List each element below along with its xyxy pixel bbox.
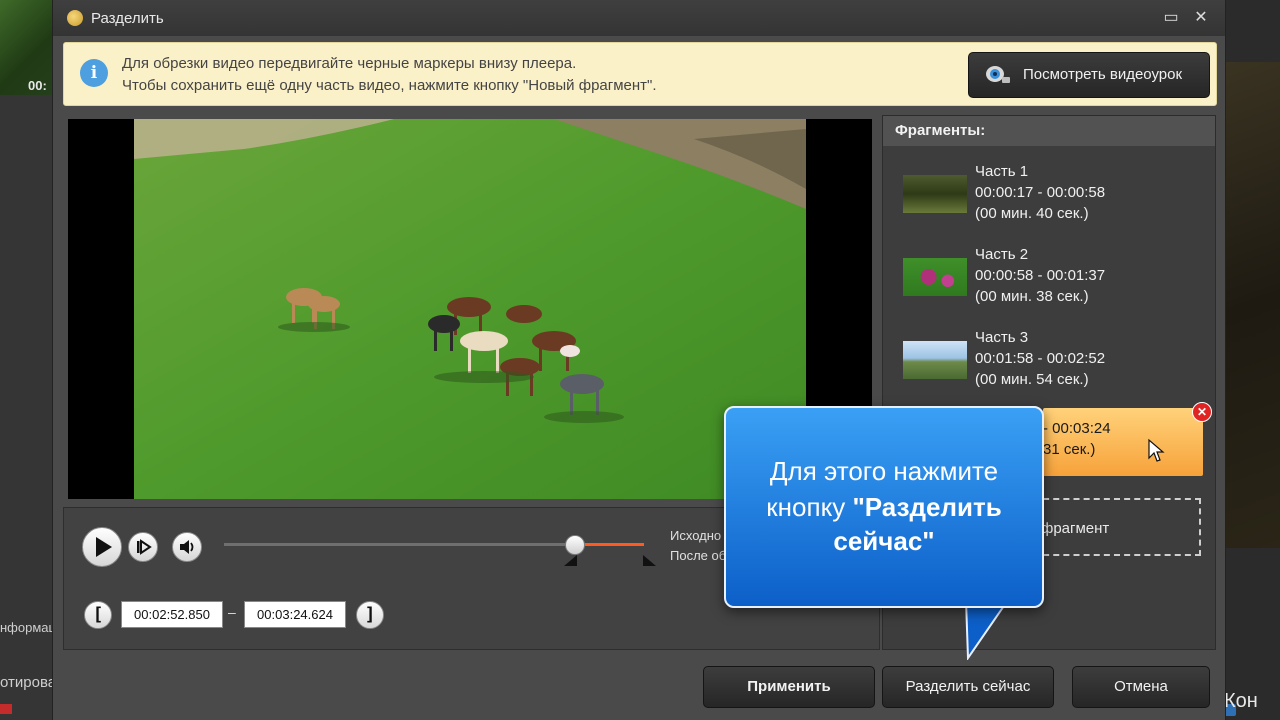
apply-button[interactable]: Применить bbox=[703, 666, 875, 708]
new-fragment-label: фрагмент bbox=[1041, 520, 1110, 537]
end-time-input[interactable]: 00:03:24.624 bbox=[244, 601, 346, 628]
fragment-range: 00:00:58 - 00:01:37 bbox=[975, 267, 1106, 284]
fragment-thumbnail bbox=[903, 341, 967, 379]
start-time-input[interactable]: 00:02:52.850 bbox=[121, 601, 223, 628]
fragment-name: Часть 1 bbox=[975, 163, 1029, 180]
new-fragment-button[interactable]: фрагмент bbox=[1033, 498, 1201, 556]
fragment-name: Часть 2 bbox=[975, 246, 1029, 263]
fragment-thumbnail bbox=[903, 258, 967, 296]
after-trim-label: После об bbox=[670, 548, 727, 563]
fragment-text: Часть 1 00:00:17 - 00:00:58 (00 мин. 40 … bbox=[975, 161, 1105, 224]
dialog-titlebar[interactable]: Разделить ▭ ✕ bbox=[53, 0, 1225, 36]
fragment-item-3[interactable]: Часть 3 00:01:58 - 00:02:52 (00 мин. 54 … bbox=[903, 327, 1203, 397]
tutorial-callout: Для этого нажмите кнопку "Разделить сейч… bbox=[724, 406, 1044, 608]
fragment-item-1[interactable]: Часть 1 00:00:17 - 00:00:58 (00 мин. 40 … bbox=[903, 161, 1203, 231]
source-duration-label: Исходно bbox=[670, 528, 722, 543]
background-edit-tab[interactable]: отирова bbox=[0, 674, 56, 691]
set-end-button[interactable]: ] bbox=[356, 601, 384, 629]
split-now-button[interactable]: Разделить сейчас bbox=[882, 666, 1054, 708]
watch-tutorial-button[interactable]: Посмотреть видеоурок bbox=[968, 52, 1210, 98]
watch-tutorial-label: Посмотреть видеоурок bbox=[1023, 66, 1183, 83]
video-frame-image bbox=[134, 119, 806, 499]
timeline-selection bbox=[584, 543, 644, 546]
info-icon: i bbox=[80, 59, 108, 87]
mouse-cursor-icon bbox=[1148, 438, 1165, 462]
fragment-item-selected[interactable]: - 00:03:24 31 сек.) bbox=[1043, 408, 1203, 476]
hint-line-2: Чтобы сохранить ещё одну часть видео, на… bbox=[122, 77, 657, 94]
fragment-thumbnail bbox=[903, 175, 967, 213]
fragment-range: 00:01:58 - 00:02:52 bbox=[975, 350, 1106, 367]
fragment-duration: (00 мин. 54 сек.) bbox=[975, 371, 1089, 388]
delete-fragment-icon[interactable]: ✕ bbox=[1192, 402, 1212, 422]
callout-line-2-bold: "Разделить bbox=[852, 492, 1002, 522]
hint-line-1: Для обрезки видео передвигайте черные ма… bbox=[122, 55, 577, 72]
fragments-header: Фрагменты: bbox=[883, 116, 1215, 146]
app-logo-icon bbox=[67, 10, 83, 26]
timeline-playhead[interactable] bbox=[565, 535, 585, 555]
set-start-button[interactable]: [ bbox=[84, 601, 112, 629]
background-preview-image bbox=[1224, 62, 1280, 548]
callout-pointer bbox=[964, 600, 1010, 660]
play-icon bbox=[96, 537, 112, 557]
time-range-separator: – bbox=[228, 604, 236, 620]
fragment-range: - 00:03:24 bbox=[1043, 420, 1111, 437]
volume-button[interactable] bbox=[172, 532, 202, 562]
fragment-text: Часть 3 00:01:58 - 00:02:52 (00 мин. 54 … bbox=[975, 327, 1105, 390]
fragment-name: Часть 3 bbox=[975, 329, 1029, 346]
split-dialog: Разделить ▭ ✕ i Для обрезки видео передв… bbox=[52, 0, 1226, 720]
fragment-item-2[interactable]: Часть 2 00:00:58 - 00:01:37 (00 мин. 38 … bbox=[903, 244, 1203, 314]
webcam-icon bbox=[986, 66, 1010, 83]
callout-line-1: Для этого нажмите bbox=[769, 456, 999, 486]
speaker-icon bbox=[180, 540, 194, 554]
callout-line-3-bold: сейчас" bbox=[833, 526, 935, 556]
video-frame bbox=[134, 119, 806, 499]
hd-badge-icon bbox=[0, 704, 12, 714]
next-frame-button[interactable] bbox=[128, 532, 158, 562]
hint-bar: i Для обрезки видео передвигайте черные … bbox=[63, 42, 1217, 106]
background-app-left-panel bbox=[0, 0, 52, 720]
fragment-text: Часть 2 00:00:58 - 00:01:37 (00 мин. 38 … bbox=[975, 244, 1105, 307]
end-marker-icon[interactable] bbox=[643, 553, 656, 566]
fragment-duration: 31 сек.) bbox=[1043, 441, 1096, 458]
background-info-tab[interactable]: нформац bbox=[0, 620, 56, 635]
fragments-header-label: Фрагменты: bbox=[895, 122, 986, 139]
start-marker-icon[interactable] bbox=[564, 553, 577, 566]
minimize-button[interactable]: ▭ bbox=[1161, 8, 1181, 28]
play-button[interactable] bbox=[82, 527, 122, 567]
next-frame-icon bbox=[137, 539, 152, 555]
background-thumb-time: 00: bbox=[28, 78, 47, 93]
fragment-text: - 00:03:24 31 сек.) bbox=[1043, 418, 1111, 460]
background-bottom-label: Кон bbox=[1224, 690, 1258, 712]
callout-line-2-prefix: кнопку bbox=[766, 492, 853, 522]
dialog-title: Разделить bbox=[91, 10, 164, 27]
cancel-button[interactable]: Отмена bbox=[1072, 666, 1210, 708]
fragment-duration: (00 мин. 40 сек.) bbox=[975, 205, 1089, 222]
fragment-range: 00:00:17 - 00:00:58 bbox=[975, 184, 1106, 201]
callout-line-2: кнопку "Разделить сейчас" bbox=[726, 490, 1042, 558]
close-button[interactable]: ✕ bbox=[1191, 8, 1211, 28]
fragment-duration: (00 мин. 38 сек.) bbox=[975, 288, 1089, 305]
